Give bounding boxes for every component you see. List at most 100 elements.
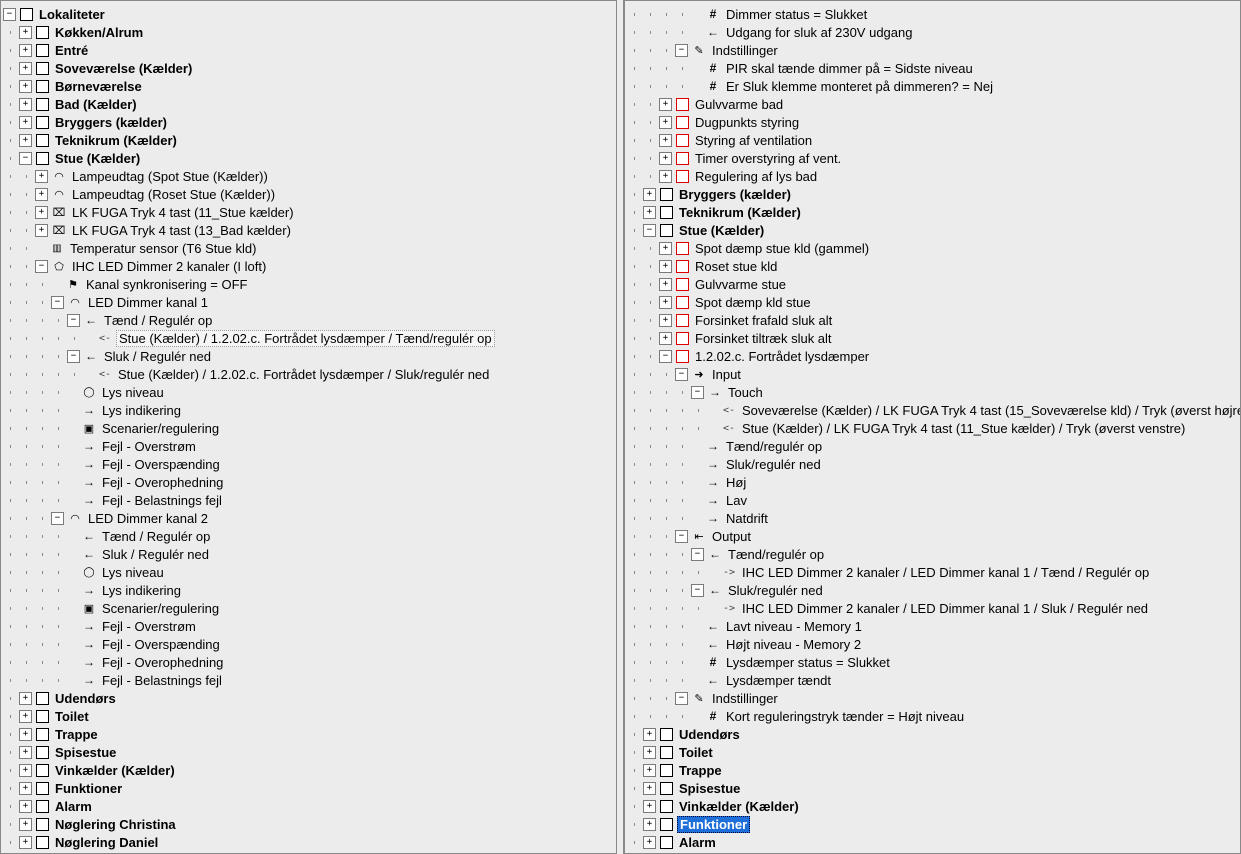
- setting[interactable]: Kort reguleringstryk tænder = Højt nivea…: [627, 707, 1238, 725]
- expand-toggle[interactable]: +: [19, 764, 32, 777]
- channel-2[interactable]: −LED Dimmer kanal 2: [3, 509, 614, 527]
- link[interactable]: IHC LED Dimmer 2 kanaler / LED Dimmer ka…: [627, 563, 1238, 581]
- tree-label[interactable]: PIR skal tænde dimmer på = Sidste niveau: [724, 61, 975, 76]
- tree-label[interactable]: Sluk/regulér ned: [724, 457, 823, 472]
- level[interactable]: Lys niveau: [3, 563, 614, 581]
- expand-toggle[interactable]: +: [659, 278, 672, 291]
- folder-stue[interactable]: −Stue (Kælder): [627, 221, 1238, 239]
- tree-label[interactable]: Spot dæmp stue kld (gammel): [693, 241, 871, 256]
- input-item[interactable]: Lav: [627, 491, 1238, 509]
- fault[interactable]: Fejl - Belastnings fejl: [3, 491, 614, 509]
- tree-label[interactable]: Tænd / Regulér op: [102, 313, 214, 328]
- tree-label[interactable]: Fejl - Overstrøm: [100, 619, 198, 634]
- tree-label[interactable]: Lys indikering: [100, 403, 183, 418]
- expand-toggle[interactable]: +: [643, 188, 656, 201]
- folder[interactable]: +Bad (Kælder): [3, 95, 614, 113]
- tree-label[interactable]: Nøglering Daniel: [53, 835, 160, 850]
- settings[interactable]: −Indstillinger: [627, 41, 1238, 59]
- splitter[interactable]: [616, 0, 624, 854]
- expand-toggle[interactable]: −: [19, 152, 32, 165]
- out-on[interactable]: −Tænd/regulér op: [627, 545, 1238, 563]
- expand-toggle[interactable]: +: [19, 782, 32, 795]
- expand-toggle[interactable]: −: [675, 44, 688, 57]
- function-red[interactable]: +Roset stue kld: [627, 257, 1238, 275]
- folder[interactable]: +Alarm: [3, 797, 614, 815]
- tree-label[interactable]: 1.2.02.c. Fortrådet lysdæmper: [693, 349, 871, 364]
- expand-toggle[interactable]: −: [675, 530, 688, 543]
- tree-label[interactable]: Sluk/regulér ned: [726, 583, 825, 598]
- tree-label[interactable]: Stue (Kælder) / 1.2.02.c. Fortrådet lysd…: [116, 367, 491, 382]
- channel-1[interactable]: −LED Dimmer kanal 1: [3, 293, 614, 311]
- setting[interactable]: Er Sluk klemme monteret på dimmeren? = N…: [627, 77, 1238, 95]
- fault[interactable]: Fejl - Overstrøm: [3, 437, 614, 455]
- folder[interactable]: +Soveværelse (Kælder): [3, 59, 614, 77]
- fault[interactable]: Fejl - Overstrøm: [3, 617, 614, 635]
- tree-label[interactable]: Scenarier/regulering: [100, 601, 221, 616]
- tree-label[interactable]: Soveværelse (Kælder): [53, 61, 194, 76]
- tree-label[interactable]: Natdrift: [724, 511, 770, 526]
- tree-label[interactable]: Vinkælder (Kælder): [53, 763, 177, 778]
- tree-label[interactable]: Sluk / Regulér ned: [102, 349, 213, 364]
- fault[interactable]: Fejl - Belastnings fejl: [3, 671, 614, 689]
- switch[interactable]: +LK FUGA Tryk 4 tast (11_Stue kælder): [3, 203, 614, 221]
- tree-label[interactable]: Lav: [724, 493, 749, 508]
- cmd-off[interactable]: Sluk / Regulér ned: [3, 545, 614, 563]
- sync-flag[interactable]: Kanal synkronisering = OFF: [3, 275, 614, 293]
- settings[interactable]: −Indstillinger: [627, 689, 1238, 707]
- expand-toggle[interactable]: +: [659, 260, 672, 273]
- expand-toggle[interactable]: −: [51, 512, 64, 525]
- tree-label[interactable]: Indstillinger: [710, 691, 780, 706]
- expand-toggle[interactable]: +: [643, 782, 656, 795]
- tree-label[interactable]: Teknikrum (Kælder): [677, 205, 803, 220]
- expand-toggle[interactable]: −: [675, 368, 688, 381]
- expand-toggle[interactable]: +: [643, 746, 656, 759]
- tree-label[interactable]: Toilet: [53, 709, 91, 724]
- expand-toggle[interactable]: +: [659, 170, 672, 183]
- tree-pane-left[interactable]: −Lokaliteter+Køkken/Alrum+Entré+Sovevære…: [0, 0, 616, 854]
- function-red[interactable]: +Dugpunkts styring: [627, 113, 1238, 131]
- tree-label[interactable]: Køkken/Alrum: [53, 25, 145, 40]
- folder[interactable]: +Trappe: [3, 725, 614, 743]
- expand-toggle[interactable]: +: [659, 152, 672, 165]
- tree-label[interactable]: LK FUGA Tryk 4 tast (11_Stue kælder): [70, 205, 296, 220]
- tree-label[interactable]: Temperatur sensor (T6 Stue kld): [68, 241, 258, 256]
- expand-toggle[interactable]: +: [19, 44, 32, 57]
- expand-toggle[interactable]: +: [659, 314, 672, 327]
- tree-label[interactable]: LK FUGA Tryk 4 tast (13_Bad kælder): [70, 223, 293, 238]
- dimmer-device[interactable]: −IHC LED Dimmer 2 kanaler (I loft): [3, 257, 614, 275]
- function-red[interactable]: +Gulvvarme bad: [627, 95, 1238, 113]
- link[interactable]: Stue (Kælder) / LK FUGA Tryk 4 tast (11_…: [627, 419, 1238, 437]
- tree-label[interactable]: Højt niveau - Memory 2: [724, 637, 863, 652]
- folder[interactable]: +Teknikrum (Kælder): [3, 131, 614, 149]
- scene[interactable]: Scenarier/regulering: [3, 599, 614, 617]
- link[interactable]: Soveværelse (Kælder) / LK FUGA Tryk 4 ta…: [627, 401, 1238, 419]
- folder[interactable]: +Teknikrum (Kælder): [627, 203, 1238, 221]
- tree-label[interactable]: Udendørs: [677, 727, 742, 742]
- tree-label[interactable]: Bad (Kælder): [53, 97, 139, 112]
- tree-label[interactable]: Lampeudtag (Roset Stue (Kælder)): [70, 187, 277, 202]
- tree-label[interactable]: Bryggers (kælder): [677, 187, 793, 202]
- tree-label[interactable]: Spot dæmp kld stue: [693, 295, 813, 310]
- tree-label[interactable]: Børneværelse: [53, 79, 144, 94]
- tree-label[interactable]: Lokaliteter: [37, 7, 107, 22]
- function-red[interactable]: +Forsinket tiltræk sluk alt: [627, 329, 1238, 347]
- indicator[interactable]: Lys indikering: [3, 581, 614, 599]
- setting[interactable]: PIR skal tænde dimmer på = Sidste niveau: [627, 59, 1238, 77]
- folder[interactable]: +Spisestue: [3, 743, 614, 761]
- tree-label[interactable]: Teknikrum (Kælder): [53, 133, 179, 148]
- tree-label[interactable]: Lys indikering: [100, 583, 183, 598]
- tree-label[interactable]: Kort reguleringstryk tænder = Højt nivea…: [724, 709, 966, 724]
- input-item[interactable]: Sluk/regulér ned: [627, 455, 1238, 473]
- tree-label[interactable]: Spisestue: [53, 745, 118, 760]
- tree-label[interactable]: Alarm: [677, 835, 718, 850]
- tree-label[interactable]: Soveværelse (Kælder) / LK FUGA Tryk 4 ta…: [740, 403, 1241, 418]
- expand-toggle[interactable]: +: [35, 170, 48, 183]
- tree-label[interactable]: Fejl - Overspænding: [100, 637, 222, 652]
- output-group[interactable]: −Output: [627, 527, 1238, 545]
- tree-label[interactable]: Lys niveau: [100, 385, 166, 400]
- tree-label[interactable]: Lysdæmper status = Slukket: [724, 655, 892, 670]
- root[interactable]: −Lokaliteter: [3, 5, 614, 23]
- tree-label[interactable]: Stue (Kælder) / 1.2.02.c. Fortrådet lysd…: [116, 330, 495, 347]
- tree-label[interactable]: Scenarier/regulering: [100, 421, 221, 436]
- tree-label[interactable]: Lampeudtag (Spot Stue (Kælder)): [70, 169, 270, 184]
